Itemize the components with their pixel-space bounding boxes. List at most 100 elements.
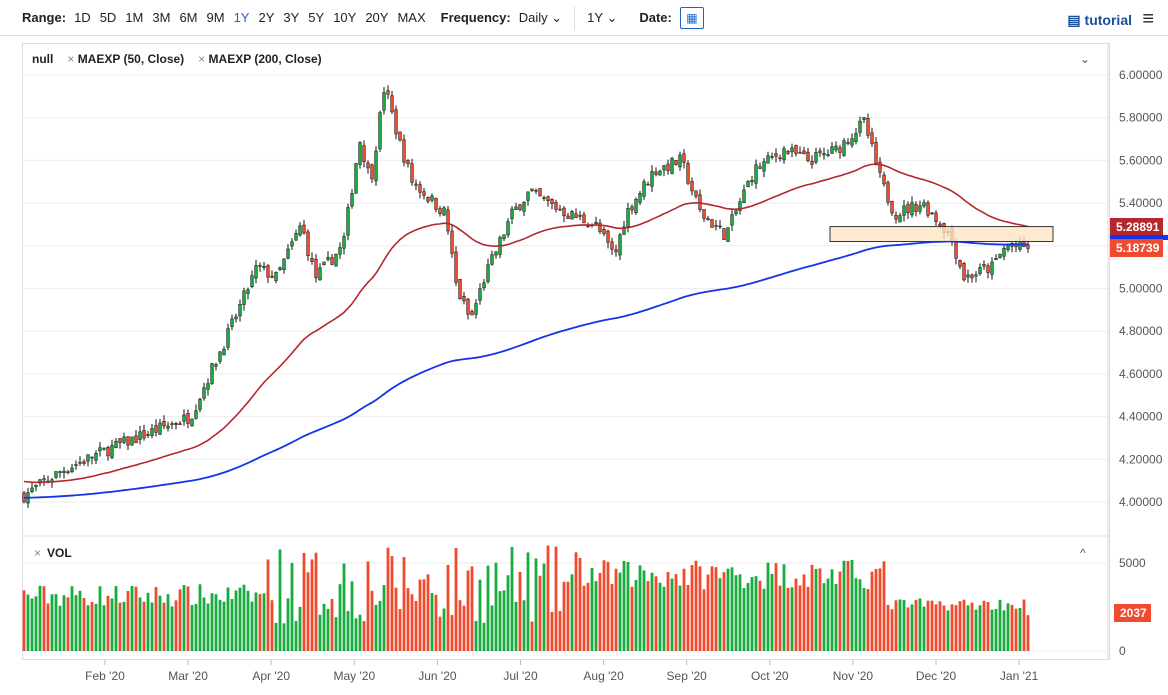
volume-bar	[482, 622, 486, 651]
candle-body	[430, 195, 434, 201]
volume-bar	[582, 585, 586, 651]
x-tick-label: Jan '21	[1000, 669, 1039, 683]
volume-bar	[294, 621, 298, 651]
candle-body	[374, 150, 378, 182]
volume-bar	[262, 593, 266, 651]
volume-bar	[370, 590, 374, 651]
close-icon[interactable]: ×	[198, 52, 205, 66]
candle-body	[626, 208, 630, 227]
volume-bar	[882, 561, 886, 651]
volume-bar	[766, 562, 770, 651]
volume-bar	[626, 561, 630, 651]
volume-bar	[438, 616, 442, 651]
x-tick-label: Feb '20	[85, 669, 125, 683]
collapse-chevron-icon[interactable]: ⌄	[1080, 52, 1090, 66]
candle-body	[118, 438, 122, 444]
candle-body	[202, 387, 206, 399]
volume-bar	[646, 581, 650, 651]
candle-body	[842, 140, 846, 156]
volume-bar	[378, 600, 382, 651]
candle-body	[538, 188, 542, 197]
candle-body	[418, 184, 422, 193]
candle-body	[98, 447, 102, 452]
volume-bar	[662, 586, 666, 651]
volume-bar	[510, 546, 514, 651]
candle-body	[606, 230, 610, 243]
volume-bar	[642, 570, 646, 651]
candle-body	[634, 199, 638, 213]
candle-body	[758, 166, 762, 169]
close-icon[interactable]: ×	[34, 546, 41, 560]
volume-bar	[430, 593, 434, 651]
ma50-line	[23, 163, 1029, 484]
volume-bar	[686, 584, 690, 651]
volume-bar	[774, 563, 778, 651]
candle-body	[214, 364, 218, 367]
volume-bar	[578, 557, 582, 651]
volume-bar	[414, 601, 418, 651]
candle-body	[886, 182, 890, 203]
volume-bar	[1014, 608, 1018, 651]
candle-body	[362, 145, 366, 163]
vol-tick-label: 5000	[1119, 556, 1146, 570]
volume-bar	[678, 585, 682, 651]
x-tick-label: Dec '20	[916, 669, 957, 683]
volume-bar	[858, 579, 862, 651]
volume-bar	[70, 586, 74, 651]
volume-bar	[734, 575, 738, 651]
candle-body	[674, 160, 678, 165]
candle-body	[70, 467, 74, 472]
candle-body	[862, 117, 866, 120]
close-icon[interactable]: ×	[67, 52, 74, 66]
volume-bar	[770, 573, 774, 651]
candle-body	[994, 258, 998, 261]
candle-body	[554, 202, 558, 210]
volume-bar	[698, 566, 702, 651]
expand-chevron-icon[interactable]: ^	[1080, 546, 1086, 560]
candle-body	[226, 328, 230, 348]
candle-body	[638, 193, 642, 203]
candle-body	[478, 288, 482, 301]
volume-bar	[706, 574, 710, 651]
candle-body	[906, 204, 910, 213]
volume-bar	[894, 600, 898, 651]
volume-bar	[134, 586, 138, 651]
volume-bar	[798, 585, 802, 651]
candle-body	[838, 147, 842, 153]
volume-bar	[234, 590, 238, 651]
candle-body	[42, 478, 46, 481]
volume-bar	[534, 558, 538, 651]
candle-body	[566, 215, 570, 219]
candle-body	[166, 425, 170, 429]
volume-bar	[214, 594, 218, 651]
volume-bar	[958, 601, 962, 651]
candle-body	[702, 209, 706, 219]
volume-bar	[226, 587, 230, 651]
y-tick-label: 4.60000	[1119, 367, 1163, 381]
volume-bar	[910, 604, 914, 651]
volume-bar	[354, 618, 358, 651]
volume-bar	[418, 579, 422, 651]
volume-bar	[258, 594, 262, 651]
volume-legend: × VOL	[34, 546, 72, 560]
candle-body	[650, 171, 654, 187]
candle-body	[882, 174, 886, 185]
candle-body	[570, 211, 574, 220]
volume-bar	[794, 578, 798, 651]
candle-body	[918, 205, 922, 212]
candle-body	[662, 165, 666, 171]
volume-bar	[90, 601, 94, 651]
chart-canvas[interactable]: 6.000005.800005.600005.400005.200005.000…	[0, 0, 1168, 695]
volume-bar	[38, 585, 42, 651]
volume-bar	[150, 602, 154, 651]
y-tick-label: 4.20000	[1119, 452, 1163, 466]
candle-body	[358, 142, 362, 165]
volume-bar	[754, 576, 758, 651]
volume-bar	[462, 605, 466, 651]
volume-bar	[786, 587, 790, 651]
volume-bar	[738, 574, 742, 651]
candle-body	[598, 222, 602, 232]
volume-bar	[562, 581, 566, 651]
volume-bar	[434, 594, 438, 651]
candle-body	[770, 156, 774, 158]
